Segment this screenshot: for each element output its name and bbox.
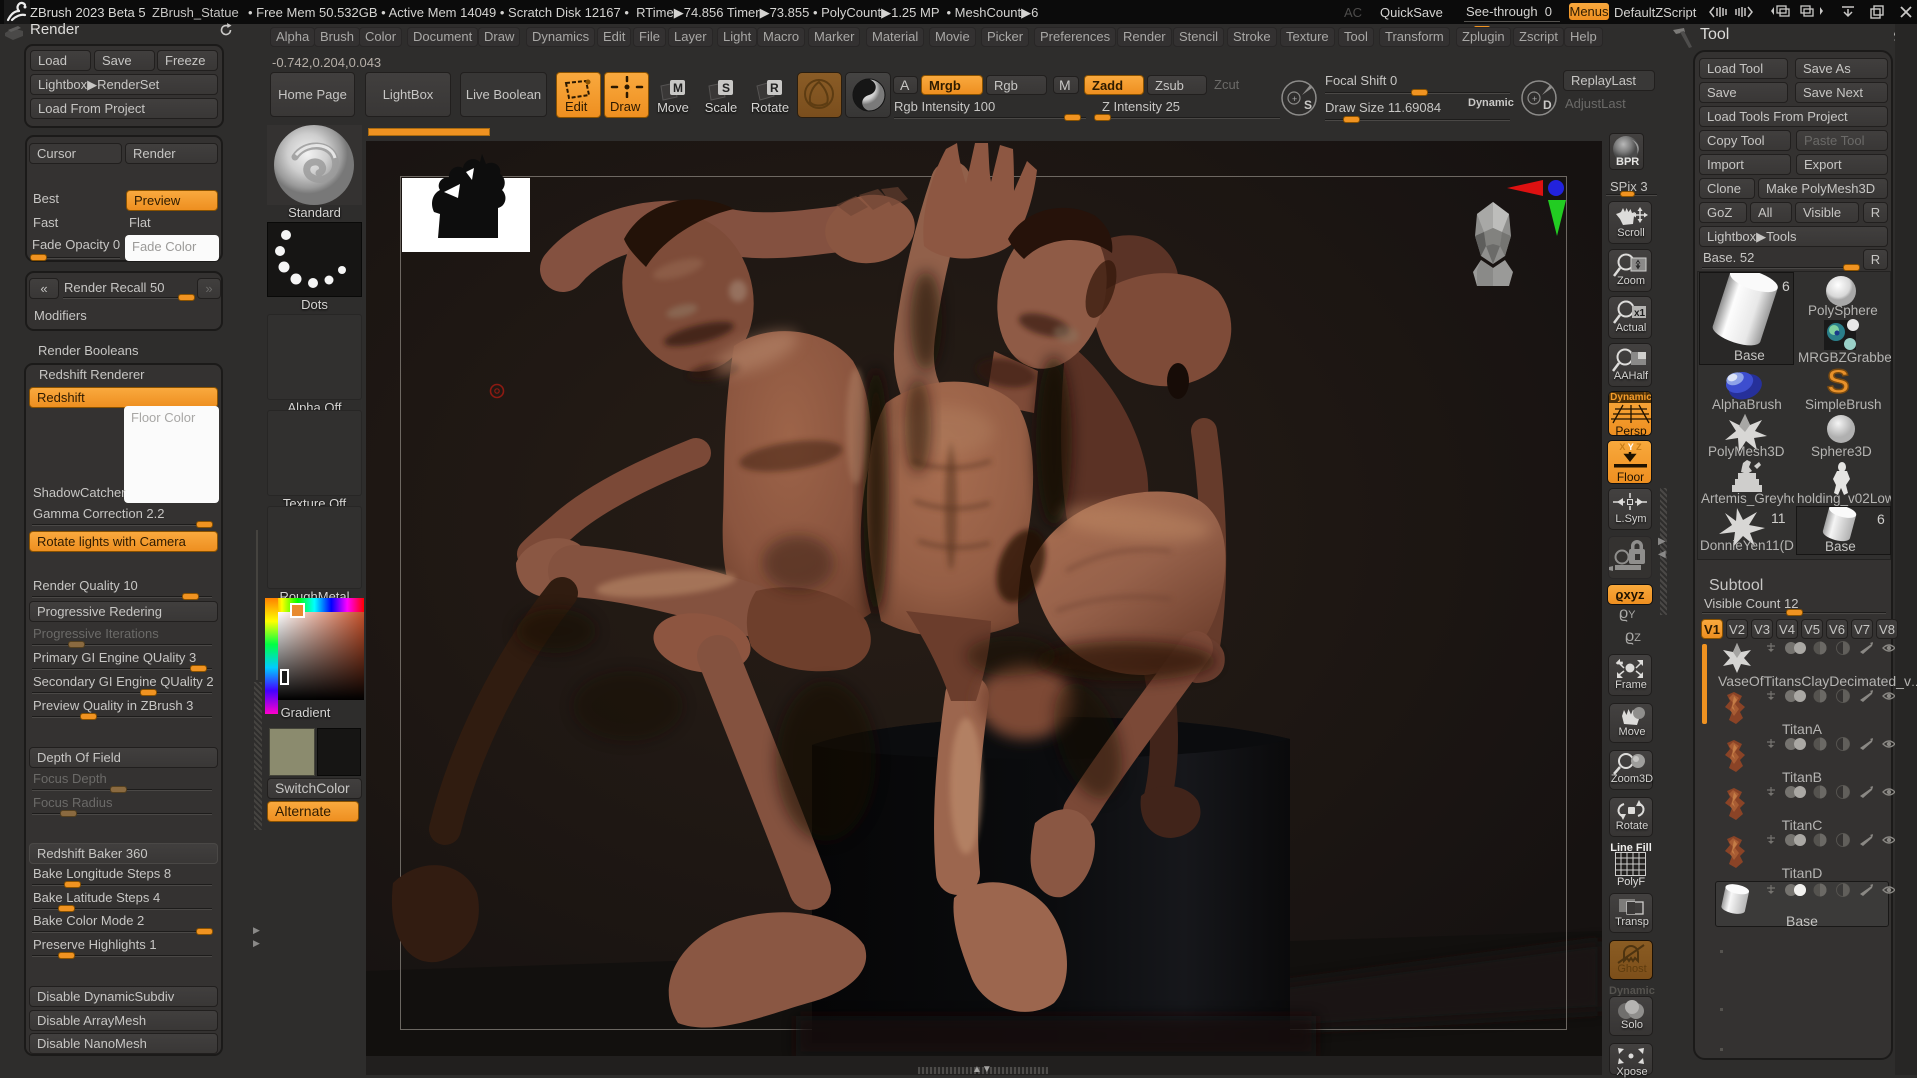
svg-text:6: 6	[1782, 278, 1790, 294]
svg-text:x1: x1	[1634, 308, 1646, 319]
svg-text:DonnieYen11(De: DonnieYen11(De	[1700, 538, 1794, 553]
svg-text:MRGBZGrabber: MRGBZGrabber	[1798, 350, 1891, 365]
svg-text:+: +	[1532, 94, 1537, 104]
svg-text:Base: Base	[1734, 348, 1765, 363]
svg-text:Base: Base	[1825, 539, 1856, 554]
svg-text:Artemis_Greyhou: Artemis_Greyhou	[1701, 491, 1794, 506]
svg-text:6: 6	[1877, 511, 1885, 527]
svg-text:PolySphere: PolySphere	[1808, 303, 1878, 318]
svg-text:Sphere3D: Sphere3D	[1811, 444, 1872, 459]
svg-text:PolyMesh3D: PolyMesh3D	[1708, 444, 1785, 459]
svg-text:S: S	[1304, 98, 1312, 112]
svg-text:11: 11	[1771, 510, 1786, 526]
svg-text:holding_v02Low: holding_v02Low	[1797, 491, 1891, 506]
svg-text:SimpleBrush: SimpleBrush	[1805, 397, 1882, 412]
svg-text:D: D	[1543, 98, 1552, 112]
svg-text:M: M	[673, 81, 683, 95]
svg-text:+: +	[1292, 94, 1297, 104]
svg-text:R: R	[770, 81, 779, 95]
svg-text:AlphaBrush: AlphaBrush	[1712, 397, 1782, 412]
svg-text:S: S	[722, 81, 730, 95]
svg-text:BPR: BPR	[1616, 156, 1639, 168]
svg-text:S: S	[1827, 365, 1850, 401]
